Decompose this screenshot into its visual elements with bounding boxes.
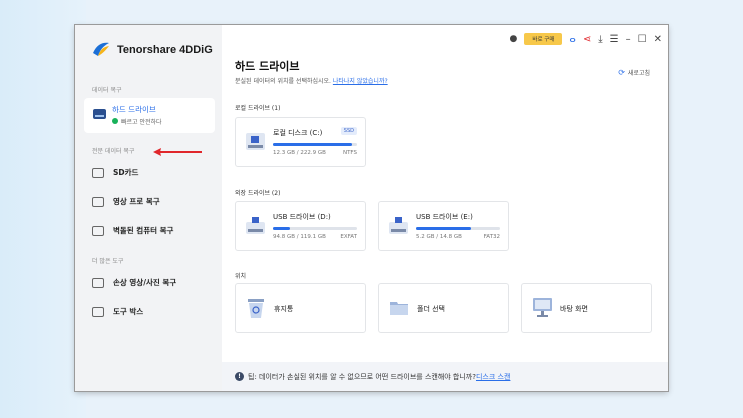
photo-repair-icon (92, 277, 104, 288)
drive-card-e[interactable]: USB 드라이브 (E:) 5.2 GB / 14.8 GB FAT32 (378, 201, 509, 251)
section-label-pro-recovery: 전문 데이터 복구 (92, 148, 135, 155)
usage-bar (273, 143, 357, 146)
usb-drive-icon (389, 217, 408, 234)
sd-card-icon (92, 167, 104, 178)
sidebar-item-label: 하드 드라이브 (112, 105, 156, 114)
section-label-more-tools: 더 많은 도구 (92, 258, 124, 265)
drive-size: 5.2 GB / 14.8 GB (416, 234, 462, 240)
key-icon[interactable]: ⴰ (569, 34, 575, 45)
sidebar-item-hard-drive[interactable]: 하드 드라이브 빠르고 안전하다 (84, 98, 215, 133)
drive-filesystem: NTFS (342, 150, 357, 156)
hard-drive-icon (93, 109, 106, 119)
toolbox-icon (92, 306, 104, 317)
drive-card-c[interactable]: 로컬 디스크 (C:) SSD 12.3 GB / 222.9 GB NTFS (235, 117, 366, 167)
sidebar-item-label: SD카드 (113, 168, 139, 177)
drive-filesystem: FAT32 (483, 234, 500, 240)
info-icon: ! (235, 372, 244, 381)
usage-fill (273, 227, 290, 230)
page-title: 하드 드라이브 (235, 60, 300, 73)
logo-icon (91, 40, 111, 60)
sidebar-item-toolbox[interactable]: 도구 박스 (92, 306, 143, 317)
status-dot-icon (112, 118, 118, 124)
subtitle-text: 분실된 데이터의 위치를 선택하십시오. (235, 78, 331, 85)
page-subtitle: 분실된 데이터의 위치를 선택하십시오. 나타나지 않았습니까? (235, 76, 388, 85)
drive-card-d[interactable]: USB 드라이브 (D:) 94.8 GB / 119.1 GB EXFAT (235, 201, 366, 251)
location-name: 폴더 선택 (417, 305, 445, 313)
drive-name: USB 드라이브 (E:) (416, 213, 473, 221)
desktop-icon (533, 298, 552, 317)
red-arrow-annotation (153, 148, 202, 156)
usage-bar (416, 227, 500, 230)
menu-icon[interactable]: ☰ (610, 34, 619, 45)
usb-drive-icon (246, 217, 265, 234)
external-drives-label: 외장 드라이브 (2) (235, 190, 281, 197)
location-label: 위치 (235, 273, 247, 280)
folder-icon (390, 302, 408, 315)
location-folder-select[interactable]: 폴더 선택 (378, 283, 509, 333)
location-name: 휴지통 (274, 305, 294, 313)
drive-name: USB 드라이브 (D:) (273, 213, 331, 221)
local-drives-label: 로컬 드라이브 (1) (235, 105, 281, 112)
usage-bar (273, 227, 357, 230)
location-desktop[interactable]: 바탕 화면 (521, 283, 652, 333)
title-bar-controls: ● 바로 구매 ⴰ ⋖ ⤓ ☰ – ☐ ✕ (510, 33, 662, 45)
sidebar-item-video-recovery[interactable]: 영상 프로 복구 (92, 196, 160, 207)
sidebar-item-bricked-pc[interactable]: 벽돌된 컴퓨터 복구 (92, 225, 173, 236)
sidebar-item-label: 벽돌된 컴퓨터 복구 (113, 226, 174, 235)
location-name: 바탕 화면 (560, 305, 588, 313)
sidebar-item-label: 영상 프로 복구 (113, 197, 160, 206)
sidebar-item-photo-repair[interactable]: 손상 영상/사진 복구 (92, 277, 176, 288)
usage-fill (273, 143, 352, 146)
maximize-icon[interactable]: ☐ (638, 34, 647, 45)
location-recycle-bin[interactable]: 휴지통 (235, 283, 366, 333)
sidebar-item-status: 빠르고 안전하다 (121, 119, 162, 126)
drive-size: 94.8 GB / 119.1 GB (273, 234, 326, 240)
main-panel: ● 바로 구매 ⴰ ⋖ ⤓ ☰ – ☐ ✕ 하드 드라이브 분실된 데이터의 위… (222, 25, 668, 391)
drive-filesystem: EXFAT (340, 234, 357, 240)
app-window: Tenorshare 4DDiG 데이터 복구 하드 드라이브 빠르고 안전하다… (75, 25, 668, 391)
refresh-label: 새로고침 (627, 70, 650, 77)
buy-now-button[interactable]: 바로 구매 (524, 33, 563, 45)
download-icon[interactable]: ⤓ (598, 34, 602, 45)
drive-size: 12.3 GB / 222.9 GB (273, 150, 326, 156)
tip-text: 팁: 데이터가 손실된 위치를 알 수 없으므로 어떤 드라이브를 스캔해야 합… (248, 372, 476, 381)
refresh-button[interactable]: ⟳ 새로고침 (618, 68, 650, 77)
disk-scan-link[interactable]: 디스크 스캔 (476, 372, 510, 382)
video-icon (92, 196, 104, 207)
section-label-data-recovery: 데이터 복구 (92, 87, 122, 94)
not-found-link[interactable]: 나타나지 않았습니까? (333, 78, 388, 85)
app-name: Tenorshare 4DDiG (117, 44, 213, 56)
ssd-badge: SSD (340, 127, 357, 135)
share-icon[interactable]: ⋖ (583, 34, 591, 45)
computer-icon (92, 225, 104, 236)
sidebar-item-label: 손상 영상/사진 복구 (113, 278, 177, 287)
usage-fill (416, 227, 471, 230)
hard-drive-icon (246, 133, 265, 150)
sidebar-item-label: 도구 박스 (113, 307, 144, 316)
sidebar: Tenorshare 4DDiG 데이터 복구 하드 드라이브 빠르고 안전하다… (75, 25, 222, 391)
drive-name: 로컬 디스크 (C:) (273, 129, 323, 137)
recycle-bin-icon (248, 299, 264, 318)
app-logo: Tenorshare 4DDiG (91, 40, 213, 60)
minimize-icon[interactable]: – (626, 34, 631, 45)
refresh-icon: ⟳ (618, 68, 625, 77)
sidebar-item-sd-card[interactable]: SD카드 (92, 167, 138, 178)
tip-bar: ! 팁: 데이터가 손실된 위치를 알 수 없으므로 어떤 드라이브를 스캔해야… (222, 362, 668, 391)
desktop-background (0, 0, 86, 418)
close-icon[interactable]: ✕ (654, 34, 662, 45)
discord-icon[interactable]: ● (510, 34, 518, 44)
